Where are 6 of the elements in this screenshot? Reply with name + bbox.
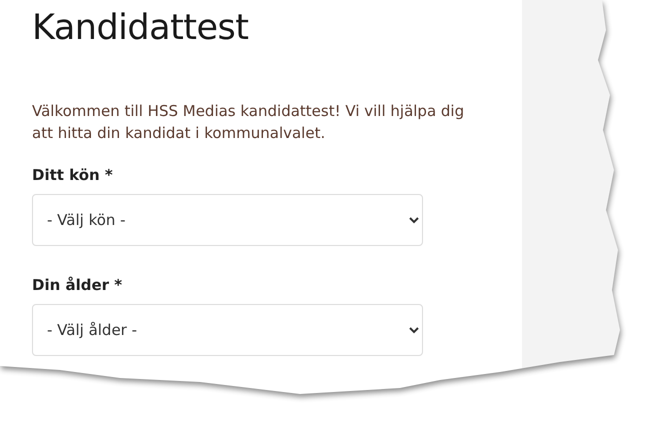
field-label: Ditt kön * [32,166,114,184]
dropdown-field[interactable]: - Välj kön - [32,194,423,246]
intro-text: Välkommen till HSS Medias kandidattest! Vi vill hjälpa dig att hitta din kandidat i kommunalvalet. [32,101,466,144]
field-label: Din ålder * [32,276,124,294]
dropdown-field[interactable]: - Välj ålder - [32,304,423,356]
page-title: Kandidattest [32,8,250,48]
